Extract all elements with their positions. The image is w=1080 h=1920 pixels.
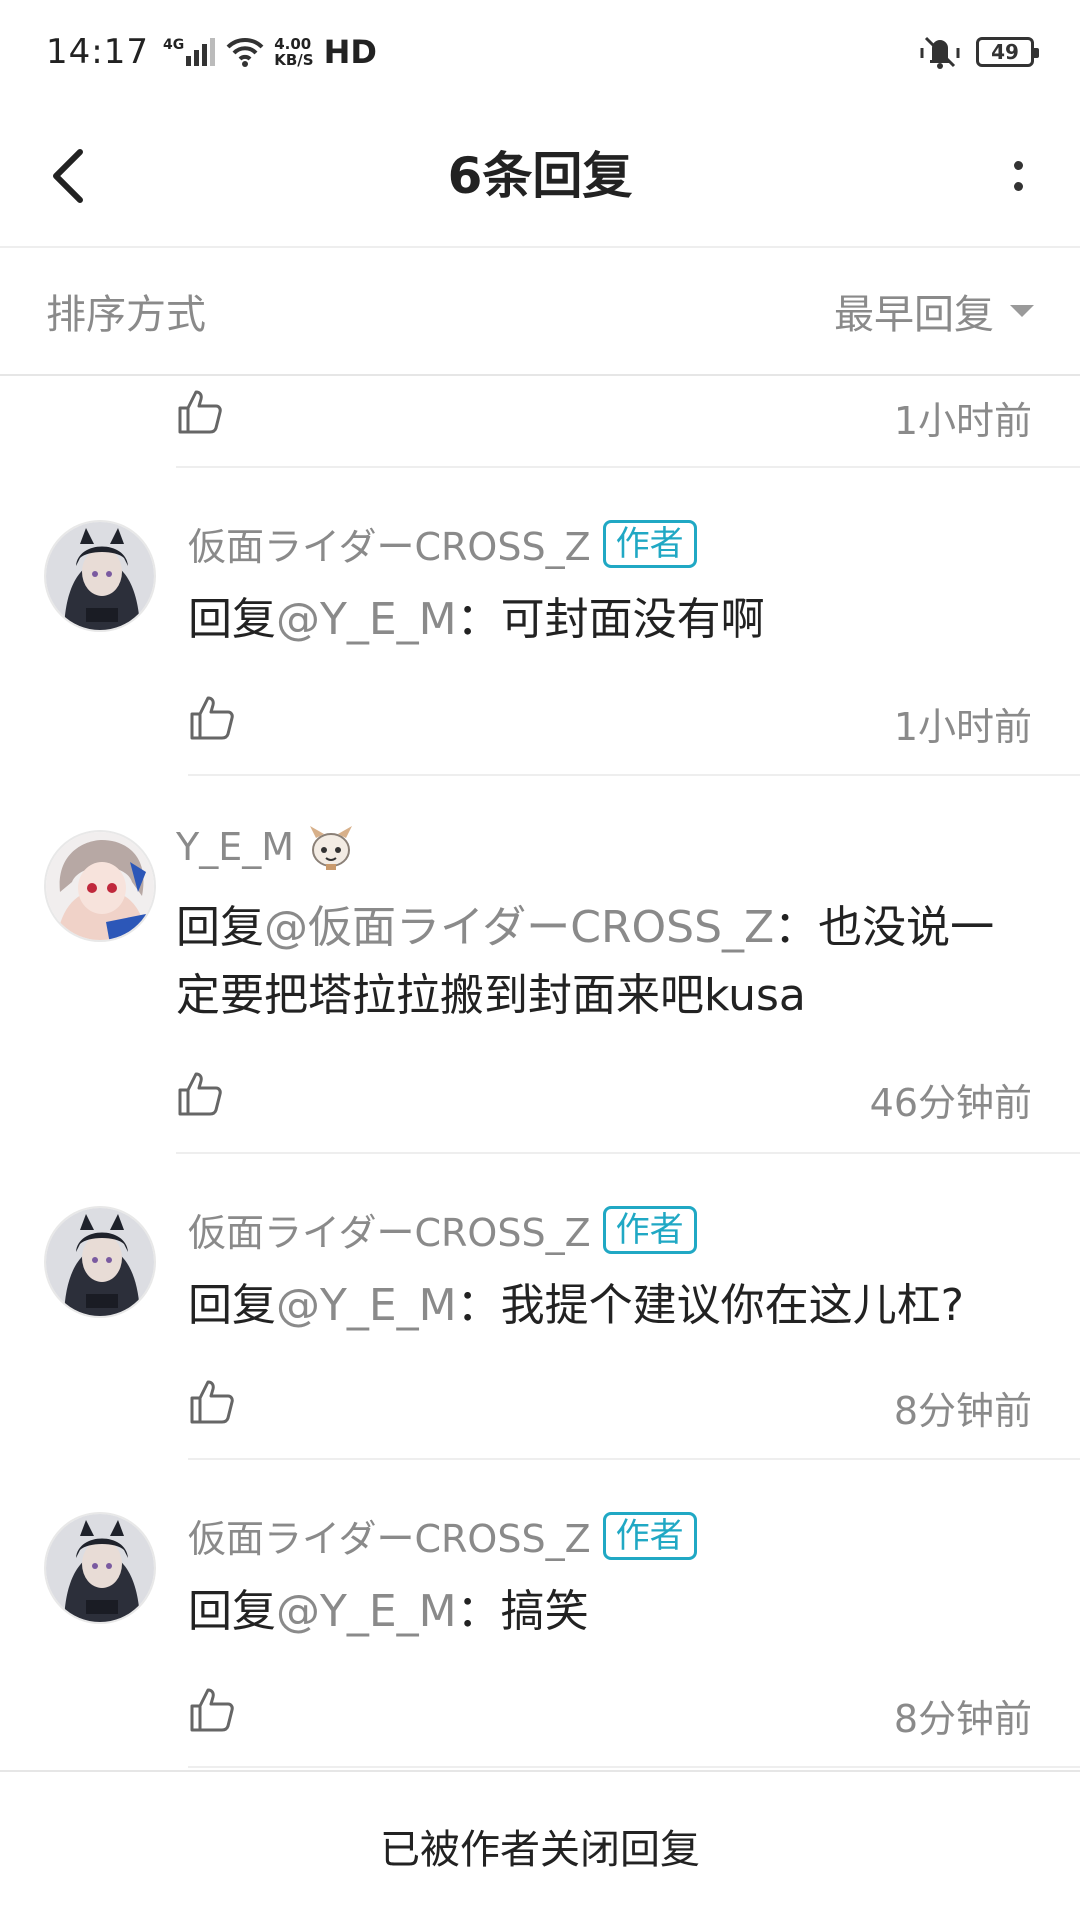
reply-time: 1小时前: [893, 399, 1032, 443]
reply-text: ：我提个建议你在这儿杠?: [456, 1280, 964, 1331]
author-badge: 作者: [602, 1511, 697, 1560]
username[interactable]: 仮面ライダーCROSS_Z: [188, 516, 591, 571]
reply-content: 回复@Y_E_M：我提个建议你在这儿杠?: [188, 1272, 1048, 1340]
battery-level: 49: [991, 40, 1019, 64]
reply-item: Y_E_M 回复@仮面ライダーCROSS_Z：也没说一定要把塔拉拉搬到封面来吧k…: [0, 776, 1080, 1154]
mention-link[interactable]: @Y_E_M: [276, 1586, 457, 1637]
reply-time: 8分钟前: [893, 1697, 1032, 1741]
avatar[interactable]: [44, 1512, 156, 1624]
like-icon[interactable]: [188, 1686, 236, 1734]
sort-value: 最早回复: [834, 292, 994, 338]
sort-order-select[interactable]: 最早回复: [834, 282, 1034, 340]
avatar[interactable]: [44, 520, 156, 632]
sort-label: 排序方式: [46, 292, 206, 338]
username[interactable]: 仮面ライダーCROSS_Z: [188, 1508, 591, 1563]
network-speed: 4.00 KB/S: [274, 36, 313, 68]
status-right-icons: 49: [920, 34, 1039, 70]
more-dot-icon: [1013, 182, 1023, 191]
mention-link[interactable]: @Y_E_M: [276, 594, 457, 645]
bottom-bar: 已被作者关闭回复: [0, 1770, 1080, 1920]
reply-page: 14:17 4G 4.00 KB/S HD 49 6条回复 排序方式 最早回复 …: [0, 0, 1080, 1920]
speed-value: 4.00: [274, 35, 312, 53]
page-title: 6条回复: [447, 147, 633, 205]
reply-item: 仮面ライダーCROSS_Z 作者 回复@Y_E_M：我提个建议你在这儿杠? 8分…: [0, 1154, 1080, 1460]
author-badge: 作者: [602, 1205, 697, 1254]
reply-content: 回复@Y_E_M：搞笑: [188, 1578, 1048, 1646]
sort-bar: 排序方式 最早回复: [0, 248, 1080, 376]
reply-item-partial: 1小时前: [0, 378, 1080, 468]
reply-item: 仮面ライダーCROSS_Z 作者 回复@Y_E_M：可封面没有啊 1小时前: [0, 468, 1080, 776]
reply-time: 46分钟前: [869, 1081, 1032, 1125]
reply-time: 1小时前: [893, 705, 1032, 749]
reply-prefix: 回复: [188, 1280, 276, 1331]
reply-text: ：可封面没有啊: [456, 594, 765, 645]
reply-time: 8分钟前: [893, 1389, 1032, 1433]
more-options-button[interactable]: [1000, 148, 1036, 204]
caret-down-icon: [1010, 305, 1034, 317]
like-icon[interactable]: [188, 694, 236, 742]
reply-content: 回复@Y_E_M：可封面没有啊: [188, 586, 1048, 654]
status-bar: 14:17 4G 4.00 KB/S HD 49: [0, 0, 1080, 104]
author-badge: 作者: [602, 519, 697, 568]
reply-text: ：搞笑: [456, 1586, 589, 1637]
network-type: 4G: [162, 37, 185, 53]
signal-icon: 4G: [163, 38, 216, 66]
username-line: 仮面ライダーCROSS_Z 作者: [188, 1202, 697, 1257]
reply-list[interactable]: 1小时前 仮面ライダーCROSS_Z 作者 回复@Y_E_M：可封面没有啊 1小…: [0, 378, 1080, 1770]
reply-prefix: 回复: [188, 594, 276, 645]
username[interactable]: 仮面ライダーCROSS_Z: [188, 1202, 591, 1257]
username-line: 仮面ライダーCROSS_Z 作者: [188, 516, 697, 571]
reply-prefix: 回复: [176, 902, 264, 953]
username-line: Y_E_M: [176, 822, 356, 872]
mention-link[interactable]: @仮面ライダーCROSS_Z: [264, 902, 774, 953]
username-line: 仮面ライダーCROSS_Z 作者: [188, 1508, 697, 1563]
status-time: 14:17: [46, 32, 149, 72]
medal-emoji-icon: [310, 826, 353, 870]
reply-item: 仮面ライダーCROSS_Z 作者 回复@Y_E_M：搞笑 8分钟前: [0, 1460, 1080, 1770]
mention-link[interactable]: @Y_E_M: [276, 1280, 457, 1331]
top-bar: 6条回复: [0, 104, 1080, 248]
avatar[interactable]: [44, 1206, 156, 1318]
like-icon[interactable]: [188, 1378, 236, 1426]
hd-indicator: HD: [323, 33, 377, 71]
reply-prefix: 回复: [188, 1586, 276, 1637]
avatar[interactable]: [44, 830, 156, 942]
speed-unit: KB/S: [274, 51, 314, 69]
like-icon[interactable]: [176, 1070, 224, 1118]
battery-icon: 49: [976, 37, 1039, 67]
mute-vibrate-icon: [920, 36, 960, 69]
replies-closed-notice: 已被作者关闭回复: [380, 1827, 700, 1873]
like-icon[interactable]: [176, 388, 224, 436]
wifi-icon: [226, 37, 264, 67]
status-left-icons: 4G 4.00 KB/S HD: [163, 33, 377, 71]
username[interactable]: Y_E_M: [176, 825, 294, 869]
divider: [188, 1766, 1080, 1768]
more-dot-icon: [1013, 161, 1023, 170]
reply-content: 回复@仮面ライダーCROSS_Z：也没说一定要把塔拉拉搬到封面来吧kusa: [176, 894, 1036, 1030]
